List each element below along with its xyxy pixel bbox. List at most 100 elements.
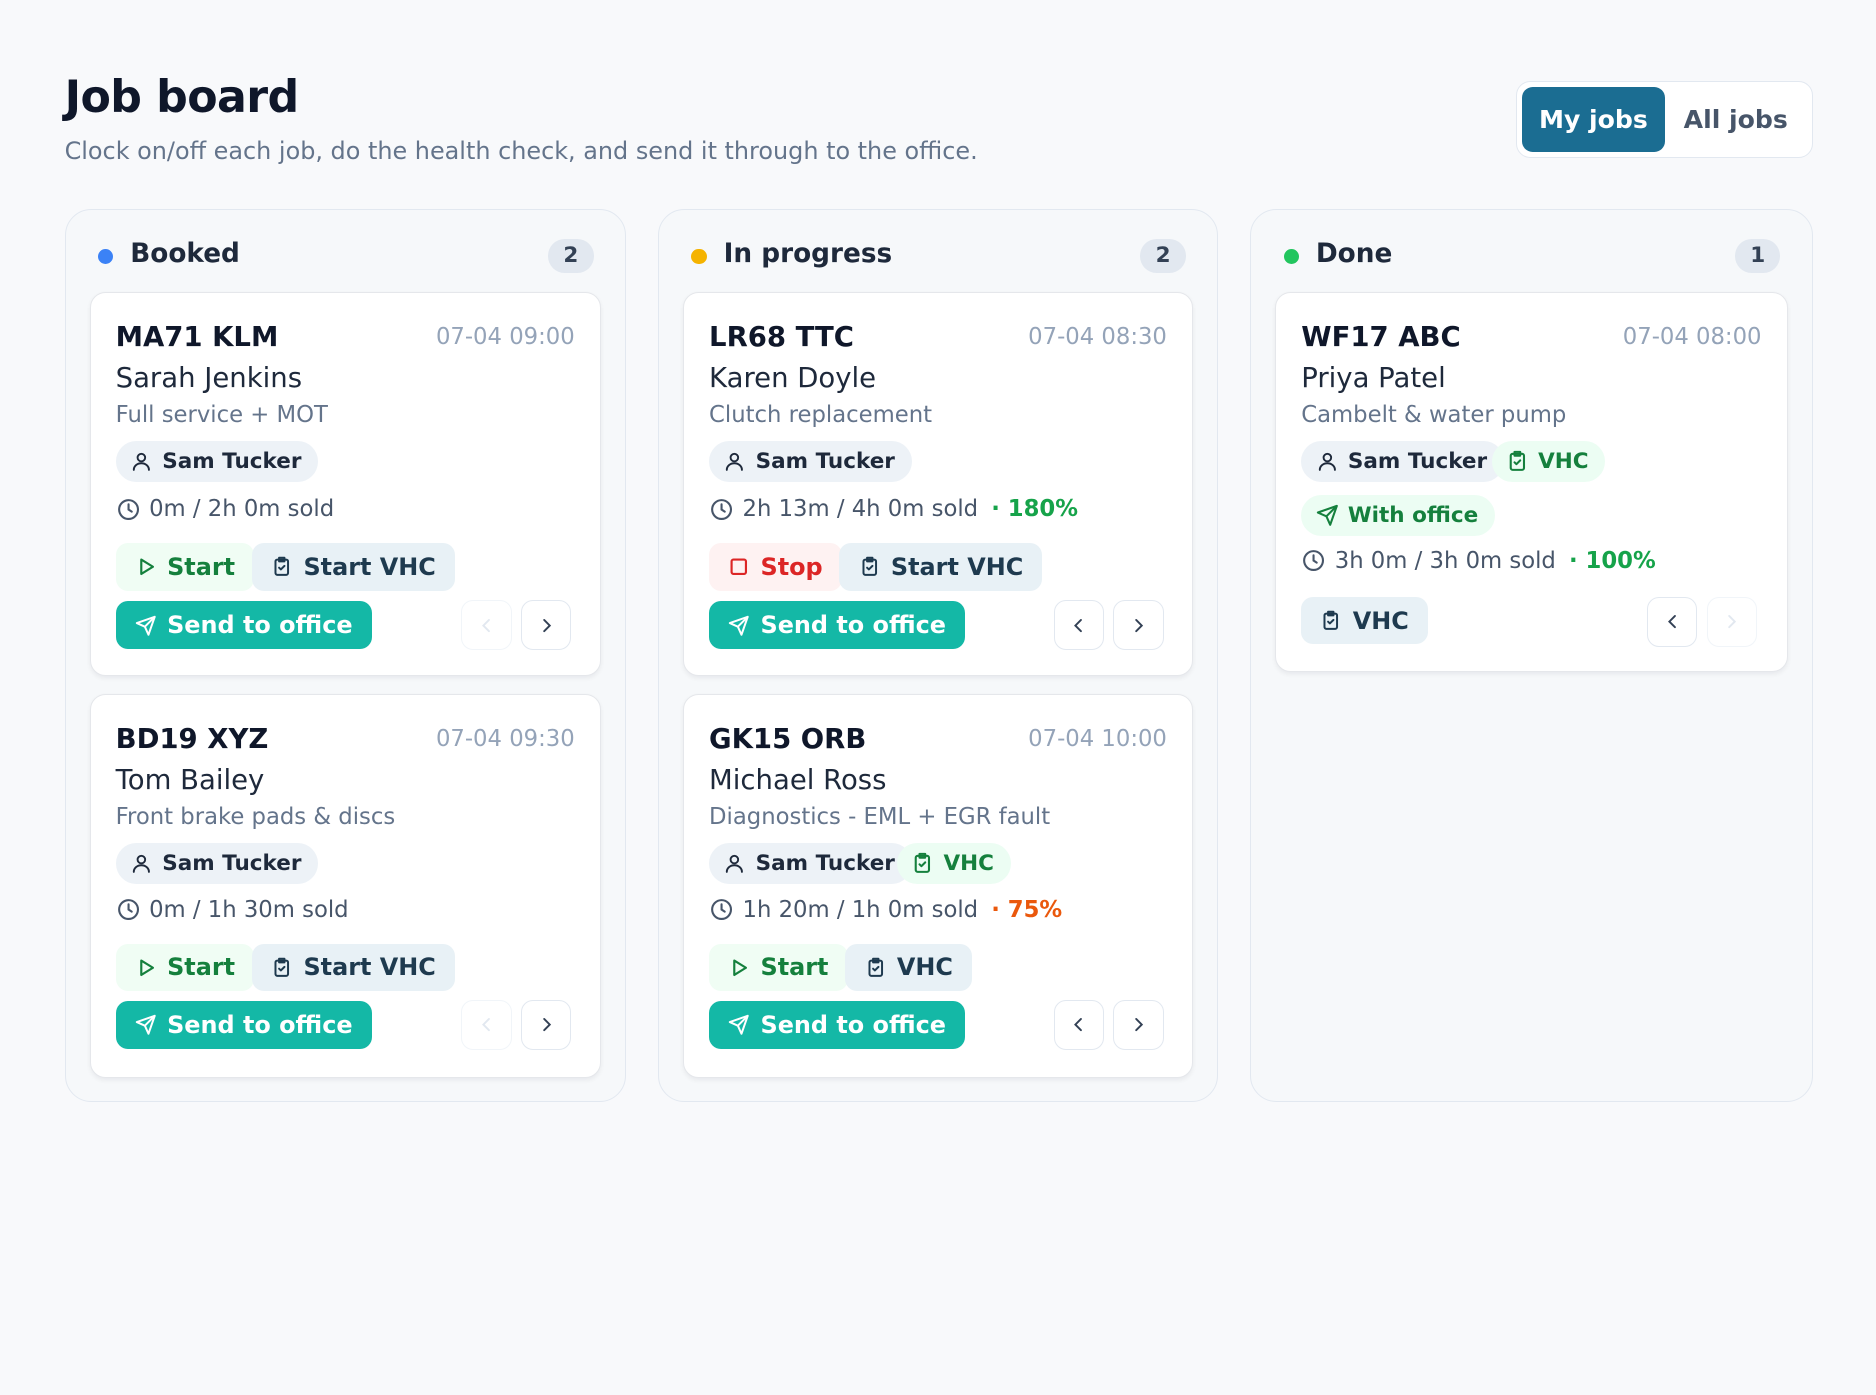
office-status-label: With office <box>1347 502 1479 528</box>
start-button[interactable]: Start <box>115 943 255 992</box>
send-icon <box>728 615 749 636</box>
previous-stage-button[interactable] <box>1053 600 1104 651</box>
user-icon <box>726 854 744 873</box>
my-jobs-tab[interactable]: My jobs <box>1521 87 1666 152</box>
clock-icon <box>711 498 733 520</box>
column-header: Done 1 <box>1251 237 1811 275</box>
next-stage-button[interactable] <box>521 999 572 1051</box>
booking-time: 07-04 08:30 <box>1028 323 1167 350</box>
chevron-left-icon <box>1074 618 1083 632</box>
send-label: Send to office <box>760 1010 947 1039</box>
booking-time: 07-04 08:00 <box>1622 323 1762 350</box>
chevron-right-icon <box>542 1018 551 1032</box>
vhc-label: Start VHC <box>890 552 1024 581</box>
chevron-right-icon <box>1135 618 1144 632</box>
job-card[interactable]: BD19 XYZ 07-04 09:30 Tom Bailey Front br… <box>89 693 601 1078</box>
start-label: Start <box>760 953 829 982</box>
start-button[interactable]: Start <box>709 943 848 992</box>
chevron-left-icon <box>1074 1018 1083 1032</box>
technician-name: Sam Tucker <box>755 448 895 474</box>
user-icon <box>132 854 150 873</box>
status-dot <box>691 248 707 265</box>
job-scope-toggle: My jobs All jobs <box>1515 81 1813 158</box>
previous-stage-button[interactable] <box>1647 596 1698 647</box>
stop-square-icon <box>730 558 748 575</box>
registration-plate: BD19 XYZ <box>115 723 269 756</box>
technician-name: Sam Tucker <box>162 850 302 876</box>
vhc-button[interactable]: VHC <box>845 943 973 992</box>
stop-label: Stop <box>760 552 823 581</box>
registration-plate: WF17 ABC <box>1301 321 1461 354</box>
technician-name: Sam Tucker <box>162 448 302 474</box>
job-card[interactable]: MA71 KLM 07-04 09:00 Sarah Jenkins Full … <box>89 291 601 676</box>
send-icon <box>135 615 156 636</box>
previous-stage-button[interactable] <box>461 600 512 651</box>
job-board-page: Job board Clock on/off each job, do the … <box>0 0 1876 1166</box>
registration-plate: LR68 TTC <box>709 321 854 354</box>
job-card[interactable]: LR68 TTC 07-04 08:30 Karen Doyle Clutch … <box>682 291 1193 676</box>
vhc-button[interactable]: VHC <box>1301 596 1428 645</box>
next-stage-button[interactable] <box>1706 596 1758 647</box>
start-button[interactable]: Start <box>115 542 255 591</box>
job-description: Full service + MOT <box>115 401 328 428</box>
technician-chip: Sam Tucker <box>115 441 319 482</box>
vhc-label: VHC <box>1352 606 1409 635</box>
column-done: Done 1 WF17 ABC 07-04 08:00 Priya Patel … <box>1250 209 1813 1102</box>
send-icon <box>135 1014 156 1035</box>
send-to-office-button[interactable]: Send to office <box>115 1000 372 1049</box>
send-to-office-button[interactable]: Send to office <box>709 601 966 650</box>
vhc-status-chip: VHC <box>1491 441 1606 482</box>
vhc-status-chip: VHC <box>896 843 1011 884</box>
customer-name: Sarah Jenkins <box>115 362 303 395</box>
technician-chip: Sam Tucker <box>115 843 319 884</box>
send-to-office-button[interactable]: Send to office <box>115 601 372 650</box>
next-stage-button[interactable] <box>1113 999 1164 1051</box>
vhc-badge-label: VHC <box>943 850 994 876</box>
technician-chip: Sam Tucker <box>709 441 912 482</box>
time-spent: 1h 20m / 1h 0m sold <box>742 896 979 923</box>
column-title: In progress <box>723 239 893 270</box>
time-tracker: 2h 13m / 4h 0m sold · 180% <box>709 496 1078 522</box>
vhc-label: Start VHC <box>303 552 436 581</box>
column-in-progress: In progress 2 LR68 TTC 07-04 08:30 Karen… <box>658 209 1218 1102</box>
time-spent: 0m / 2h 0m sold <box>149 496 335 523</box>
time-spent: 3h 0m / 3h 0m sold <box>1334 547 1556 574</box>
customer-name: Karen Doyle <box>709 362 877 395</box>
vhc-badge-label: VHC <box>1538 448 1589 474</box>
clipboard-check-icon <box>274 957 290 977</box>
time-percentage: · 100% <box>1568 547 1656 574</box>
start-label: Start <box>167 552 236 581</box>
clipboard-check-icon <box>274 556 290 576</box>
user-icon <box>1318 452 1336 471</box>
clock-icon <box>117 899 139 921</box>
stop-button[interactable]: Stop <box>709 542 842 591</box>
previous-stage-button[interactable] <box>461 999 512 1051</box>
next-stage-button[interactable] <box>521 600 572 651</box>
start-vhc-button[interactable]: Start VHC <box>252 542 455 591</box>
play-icon <box>139 558 154 575</box>
send-to-office-button[interactable]: Send to office <box>709 1000 966 1049</box>
technician-name: Sam Tucker <box>755 850 895 876</box>
technician-chip: Sam Tucker <box>709 843 912 884</box>
clock-icon <box>117 498 139 520</box>
customer-name: Michael Ross <box>709 764 887 797</box>
chevron-left-icon <box>481 1018 490 1032</box>
all-jobs-tab[interactable]: All jobs <box>1665 87 1806 152</box>
job-card[interactable]: WF17 ABC 07-04 08:00 Priya Patel Cambelt… <box>1275 291 1788 673</box>
job-card[interactable]: GK15 ORB 07-04 10:00 Michael Ross Diagno… <box>682 693 1193 1078</box>
start-vhc-button[interactable]: Start VHC <box>839 542 1043 591</box>
booking-time: 07-04 09:00 <box>435 323 575 350</box>
page-title: Job board <box>64 71 300 123</box>
vhc-label: Start VHC <box>303 953 436 982</box>
next-stage-button[interactable] <box>1113 600 1164 651</box>
time-percentage: · 180% <box>991 496 1078 523</box>
job-description: Cambelt & water pump <box>1301 401 1567 428</box>
previous-stage-button[interactable] <box>1053 999 1104 1051</box>
clipboard-check-icon <box>1509 450 1525 471</box>
technician-chip: Sam Tucker <box>1301 441 1504 482</box>
booking-time: 07-04 10:00 <box>1028 725 1167 752</box>
chevron-left-icon <box>481 618 490 632</box>
start-vhc-button[interactable]: Start VHC <box>252 943 455 992</box>
column-header: In progress 2 <box>659 237 1217 275</box>
column-booked: Booked 2 MA71 KLM 07-04 09:00 Sarah Jenk… <box>64 209 626 1102</box>
